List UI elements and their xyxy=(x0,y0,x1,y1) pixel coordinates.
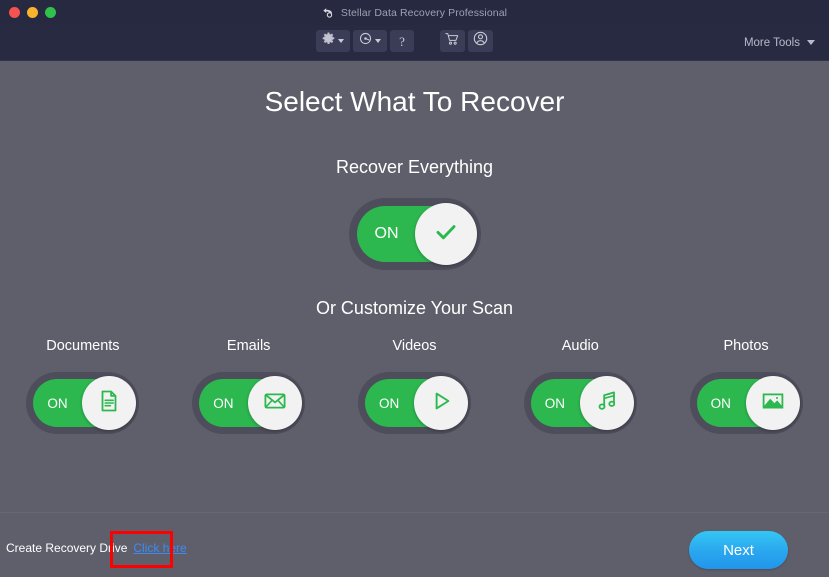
category-toggle-row: Documents ON Emails ON Videos ON Audio O… xyxy=(0,338,829,434)
toggle-on-label: ON xyxy=(710,395,731,411)
category-label: Audio xyxy=(561,338,599,354)
toggle-knob xyxy=(413,376,468,430)
chevron-down-icon xyxy=(807,40,815,45)
toggle-on-label: ON xyxy=(213,395,234,411)
help-button[interactable]: ? xyxy=(390,30,414,52)
recovery-history-button[interactable] xyxy=(353,30,387,52)
next-button[interactable]: Next xyxy=(689,531,788,569)
toggle-on-label: ON xyxy=(374,225,399,242)
documents-toggle[interactable]: ON xyxy=(26,372,140,434)
category-label: Videos xyxy=(392,338,437,354)
create-recovery-drive-group: Create Recovery Drive Click here xyxy=(6,541,187,555)
toggle-knob xyxy=(579,376,634,430)
category-audio: Audio ON xyxy=(505,338,655,434)
toggle-track-on: ON xyxy=(364,376,468,430)
undo-back-icon xyxy=(322,7,335,18)
main-content: Select What To Recover Recover Everythin… xyxy=(0,60,829,577)
emails-toggle[interactable]: ON xyxy=(192,372,306,434)
toggle-knob xyxy=(82,376,137,430)
settings-button[interactable] xyxy=(316,30,350,52)
gear-icon xyxy=(322,32,335,50)
category-videos: Videos ON xyxy=(339,338,489,434)
toggle-track-on: ON xyxy=(530,376,634,430)
chevron-down-icon xyxy=(338,39,344,43)
checkmark-icon xyxy=(431,217,461,252)
more-tools-label: More Tools xyxy=(743,36,800,49)
category-label: Photos xyxy=(723,338,769,354)
click-here-link[interactable]: Click here xyxy=(133,541,186,555)
toggle-track-on: ON xyxy=(356,203,477,265)
user-account-button[interactable] xyxy=(468,30,493,52)
toggle-track-on: ON xyxy=(199,376,303,430)
title-bar: Stellar Data Recovery Professional xyxy=(0,0,829,25)
music-note-icon xyxy=(593,387,621,420)
toolbar-right-group xyxy=(440,30,493,52)
toggle-track-on: ON xyxy=(696,376,800,430)
window-title-group: Stellar Data Recovery Professional xyxy=(0,0,829,25)
toolbar: ? More Tools xyxy=(0,25,829,61)
document-icon xyxy=(96,388,122,419)
audio-toggle[interactable]: ON xyxy=(523,372,637,434)
chevron-down-icon xyxy=(375,39,381,43)
recovery-history-icon xyxy=(359,32,372,50)
more-tools-menu[interactable]: More Tools xyxy=(744,25,815,60)
toggle-knob xyxy=(745,376,800,430)
app-window: Stellar Data Recovery Professional ? Mor… xyxy=(0,0,829,577)
category-photos: Photos ON xyxy=(671,338,821,434)
category-emails: Emails ON xyxy=(174,338,324,434)
recover-everything-toggle[interactable]: ON xyxy=(348,198,481,270)
category-label: Documents xyxy=(46,338,120,354)
create-recovery-drive-label: Create Recovery Drive xyxy=(6,541,128,555)
question-mark-icon: ? xyxy=(399,33,405,49)
toggle-on-label: ON xyxy=(47,395,68,411)
toolbar-left-group: ? xyxy=(316,30,414,52)
toggle-on-label: ON xyxy=(378,395,400,411)
toggle-track-on: ON xyxy=(33,376,137,430)
toggle-on-label: ON xyxy=(544,395,566,411)
videos-toggle[interactable]: ON xyxy=(357,372,471,434)
toggle-knob xyxy=(248,376,303,430)
page-title: Select What To Recover xyxy=(264,86,565,117)
play-triangle-icon xyxy=(427,387,455,420)
shopping-cart-icon xyxy=(445,32,460,51)
shopping-cart-button[interactable] xyxy=(440,30,465,52)
category-documents: Documents ON xyxy=(8,338,158,434)
customize-scan-label: Or Customize Your Scan xyxy=(315,298,514,318)
category-label: Emails xyxy=(226,338,271,354)
envelope-icon xyxy=(261,387,289,420)
toggle-knob xyxy=(414,203,477,265)
photos-toggle[interactable]: ON xyxy=(689,372,803,434)
recover-everything-label: Recover Everything xyxy=(335,157,494,177)
recover-everything-toggle-wrap: ON xyxy=(0,198,829,270)
window-title: Stellar Data Recovery Professional xyxy=(340,6,508,19)
photo-image-icon xyxy=(759,387,787,420)
user-account-icon xyxy=(473,31,488,51)
